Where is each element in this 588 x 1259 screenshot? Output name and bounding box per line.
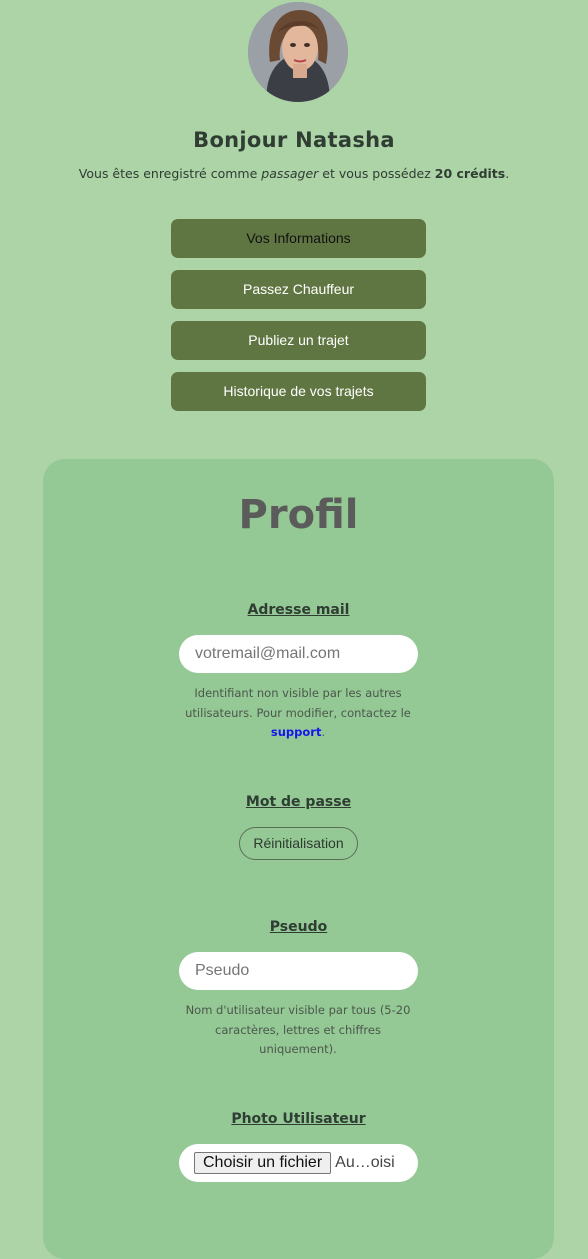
status-prefix: Vous êtes enregistré comme <box>78 166 262 181</box>
email-help-after: . <box>321 725 326 739</box>
email-help-before: Identifiant non visible par les autres u… <box>185 686 411 720</box>
status-middle: et vous possédez <box>318 166 435 181</box>
profile-title: Profil <box>238 492 359 538</box>
publiez-trajet-button[interactable]: Publiez un trajet <box>171 321 426 360</box>
support-link[interactable]: support <box>271 725 322 739</box>
greeting-title: Bonjour Natasha <box>193 128 395 152</box>
status-suffix: . <box>505 166 510 181</box>
historique-trajets-button[interactable]: Historique de vos trajets <box>171 372 426 411</box>
password-reset-button[interactable]: Réinitialisation <box>239 827 358 860</box>
user-status-line: Vous êtes enregistré comme passager et v… <box>0 166 588 181</box>
choose-file-button[interactable]: Choisir un fichier <box>194 1152 332 1174</box>
vos-informations-button[interactable]: Vos Informations <box>171 219 426 258</box>
status-role: passager <box>261 166 319 181</box>
passez-chauffeur-button[interactable]: Passez Chauffeur <box>171 270 426 309</box>
pseudo-label: Pseudo <box>269 919 328 935</box>
password-label: Mot de passe <box>245 794 352 810</box>
avatar-portrait-icon <box>248 2 348 102</box>
file-status-text: Au…oisi <box>335 1154 395 1171</box>
photo-label: Photo Utilisateur <box>231 1111 366 1127</box>
email-label: Adresse mail <box>247 602 350 618</box>
pseudo-help-text: Nom d'utilisateur visible par tous (5-20… <box>185 1003 411 1056</box>
photo-file-input[interactable]: Choisir un fichier Au…oisi <box>179 1144 418 1182</box>
email-help-text: Identifiant non visible par les autres u… <box>180 684 416 743</box>
email-field[interactable] <box>179 635 418 673</box>
status-credits: 20 crédits <box>434 166 506 181</box>
user-avatar <box>248 2 348 102</box>
pseudo-field[interactable] <box>179 952 418 990</box>
